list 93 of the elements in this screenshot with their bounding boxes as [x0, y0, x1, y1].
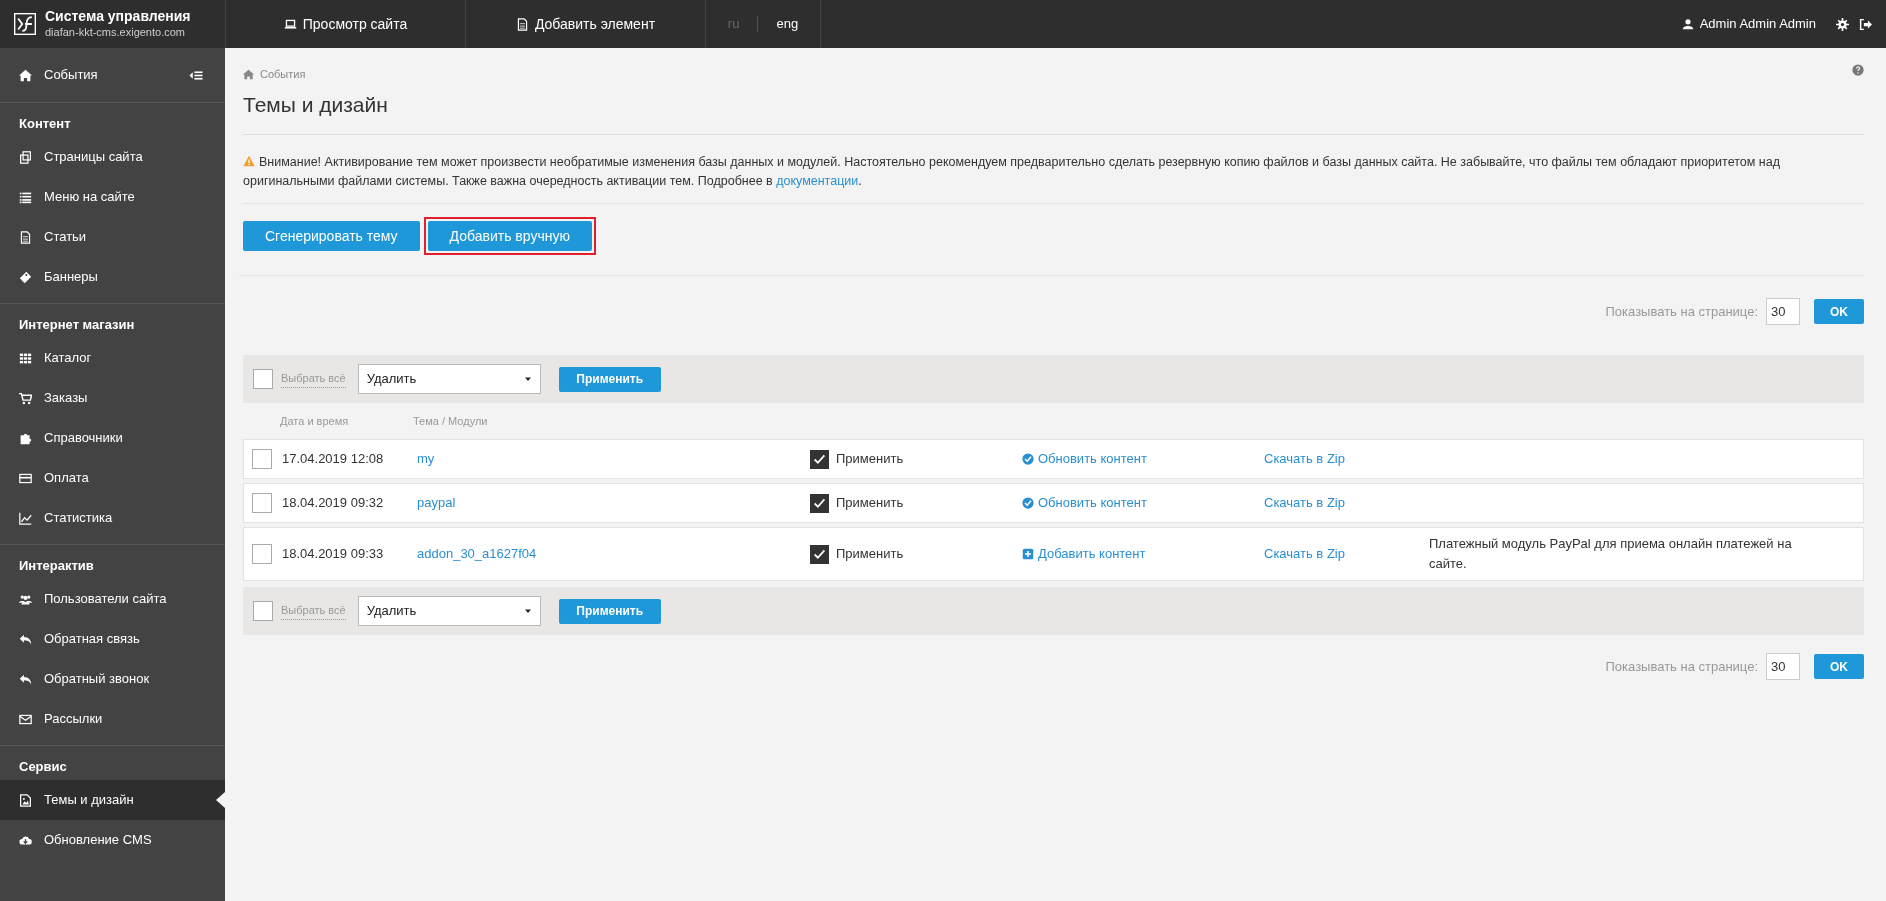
checkmark-icon — [813, 547, 826, 561]
action-dropdown[interactable]: Удалить — [357, 364, 541, 394]
list-icon — [19, 190, 32, 204]
checkbox[interactable] — [810, 493, 829, 513]
per-page-field[interactable]: 30 — [1766, 298, 1800, 325]
line-chart-icon — [19, 511, 32, 525]
grid-icon — [19, 351, 32, 365]
apply-label: Применить — [836, 450, 904, 469]
check-circle-icon — [1022, 497, 1034, 509]
apply-label: Применить — [836, 545, 904, 564]
sidebar-item[interactable]: Каталог — [0, 338, 225, 378]
document-icon — [515, 17, 529, 31]
checkbox[interactable] — [252, 544, 272, 564]
checkbox[interactable] — [810, 544, 829, 564]
pages-icon — [19, 150, 32, 164]
checkbox[interactable] — [253, 369, 273, 389]
check-circle-icon — [1022, 453, 1034, 465]
selection-pointer — [216, 792, 225, 808]
home-icon — [243, 68, 254, 80]
cloud-download-icon — [19, 833, 32, 847]
per-page-label: Показывать на странице: — [1605, 302, 1758, 321]
plus-square-icon — [1022, 548, 1034, 560]
document-icon — [19, 230, 32, 244]
sidebar-item[interactable]: Статистика — [0, 498, 225, 538]
theme-link[interactable]: addon_30_a1627f04 — [417, 544, 810, 564]
download-zip-link[interactable]: Скачать в Zip — [1264, 544, 1429, 564]
download-zip-link[interactable]: Скачать в Zip — [1264, 449, 1429, 469]
cart-icon — [19, 391, 32, 405]
module-description: Платежный модуль PayPal для приема онлайн платежей на сайте. — [1429, 535, 1793, 573]
sidebar-section-title: Контент — [18, 114, 72, 133]
ticket-icon — [19, 270, 32, 284]
per-page-label: Показывать на странице: — [1605, 657, 1758, 676]
sidebar-item[interactable]: Обновление CMS — [0, 820, 225, 860]
settings-icon — [1836, 17, 1849, 31]
site-domain: diafan-kkt-cms.exigento.com — [45, 25, 186, 40]
reply-arrow-icon — [19, 632, 32, 646]
theme-link[interactable]: my — [417, 449, 810, 469]
puzzle-icon — [19, 431, 32, 445]
sidebar-item[interactable]: Оплата — [0, 458, 225, 498]
checkbox[interactable] — [810, 449, 829, 469]
content-action-link[interactable]: Добавить контент — [1022, 544, 1264, 564]
dropdown-caret-icon — [523, 375, 532, 383]
checkbox[interactable] — [252, 493, 272, 513]
credit-card-icon — [19, 471, 32, 485]
action-dropdown[interactable]: Удалить — [357, 596, 541, 626]
home-icon — [19, 68, 32, 82]
per-page-field[interactable]: 30 — [1766, 653, 1800, 680]
column-header: Тема / Модули — [413, 413, 488, 429]
dropdown-caret-icon — [523, 607, 532, 615]
reply-arrow-icon — [19, 672, 32, 686]
sidebar-item[interactable]: Меню на сайте — [0, 177, 225, 217]
apply-label: Применить — [836, 494, 904, 513]
checkbox[interactable] — [252, 449, 272, 469]
logo-icon — [14, 13, 36, 35]
sidebar-item[interactable]: Обратный звонок — [0, 659, 225, 699]
warning-icon — [243, 155, 255, 167]
warning-text: Внимание! Активирование тем может произвести необратимые изменения базы данных и модулей. Настоятельно рекомендуем предварительно сделать резервную копию файлов и базы данных сайта. Не забывайте, что файлы тем обладают приоритетом над оригинальными файлами системы. Также важна очередность активации тем. Подробнее в документации. — [243, 153, 1864, 204]
theme-link[interactable]: paypal — [417, 493, 810, 513]
content-action-link[interactable]: Обновить контент — [1022, 493, 1264, 513]
sidebar-item[interactable]: Заказы — [0, 378, 225, 418]
laptop-icon — [283, 17, 297, 31]
top-nav-link[interactable]: Просмотр сайта — [226, 0, 466, 48]
sidebar-section-title: Интерактив — [18, 556, 95, 575]
envelope-icon — [19, 712, 32, 726]
sidebar-item[interactable]: Обратная связь — [0, 619, 225, 659]
checkmark-icon — [813, 496, 826, 510]
app-title: Система управления — [45, 8, 191, 26]
sidebar-item[interactable]: Пользователи сайта — [0, 579, 225, 619]
checkmark-icon — [813, 452, 826, 466]
user-icon — [1681, 18, 1694, 30]
sidebar-item[interactable]: Темы и дизайн — [0, 780, 225, 820]
download-zip-link[interactable]: Скачать в Zip — [1264, 493, 1429, 513]
content-action-link[interactable]: Обновить контент — [1022, 449, 1264, 469]
sidebar-section-title: Интернет магазин — [18, 315, 136, 334]
sidebar-item[interactable]: Страницы сайта — [0, 137, 225, 177]
page-title: Темы и дизайн — [243, 88, 1864, 135]
user-menu[interactable]: Admin Admin Admin — [1681, 0, 1816, 48]
sidebar-item[interactable]: Справочники — [0, 418, 225, 458]
image-file-icon — [19, 793, 32, 807]
sidebar-item[interactable]: Баннеры — [0, 257, 225, 297]
sidebar-item[interactable]: События — [0, 48, 225, 103]
top-nav-link[interactable]: Добавить элемент — [466, 0, 706, 48]
sidebar-section-title: Сервис — [18, 757, 68, 776]
language-link[interactable]: eng — [776, 14, 799, 34]
sidebar-item[interactable]: Статьи — [0, 217, 225, 257]
help-icon — [1852, 64, 1864, 76]
date-cell-text: 17.04.2019 12:08 — [282, 450, 385, 469]
sidebar-item[interactable]: Рассылки — [0, 699, 225, 739]
checkbox[interactable] — [253, 601, 273, 621]
date-cell-text: 18.04.2019 09:33 — [282, 545, 385, 564]
logout-icon — [1859, 17, 1872, 31]
column-header: Дата и время — [280, 413, 350, 429]
date-cell-text: 18.04.2019 09:32 — [282, 494, 385, 513]
